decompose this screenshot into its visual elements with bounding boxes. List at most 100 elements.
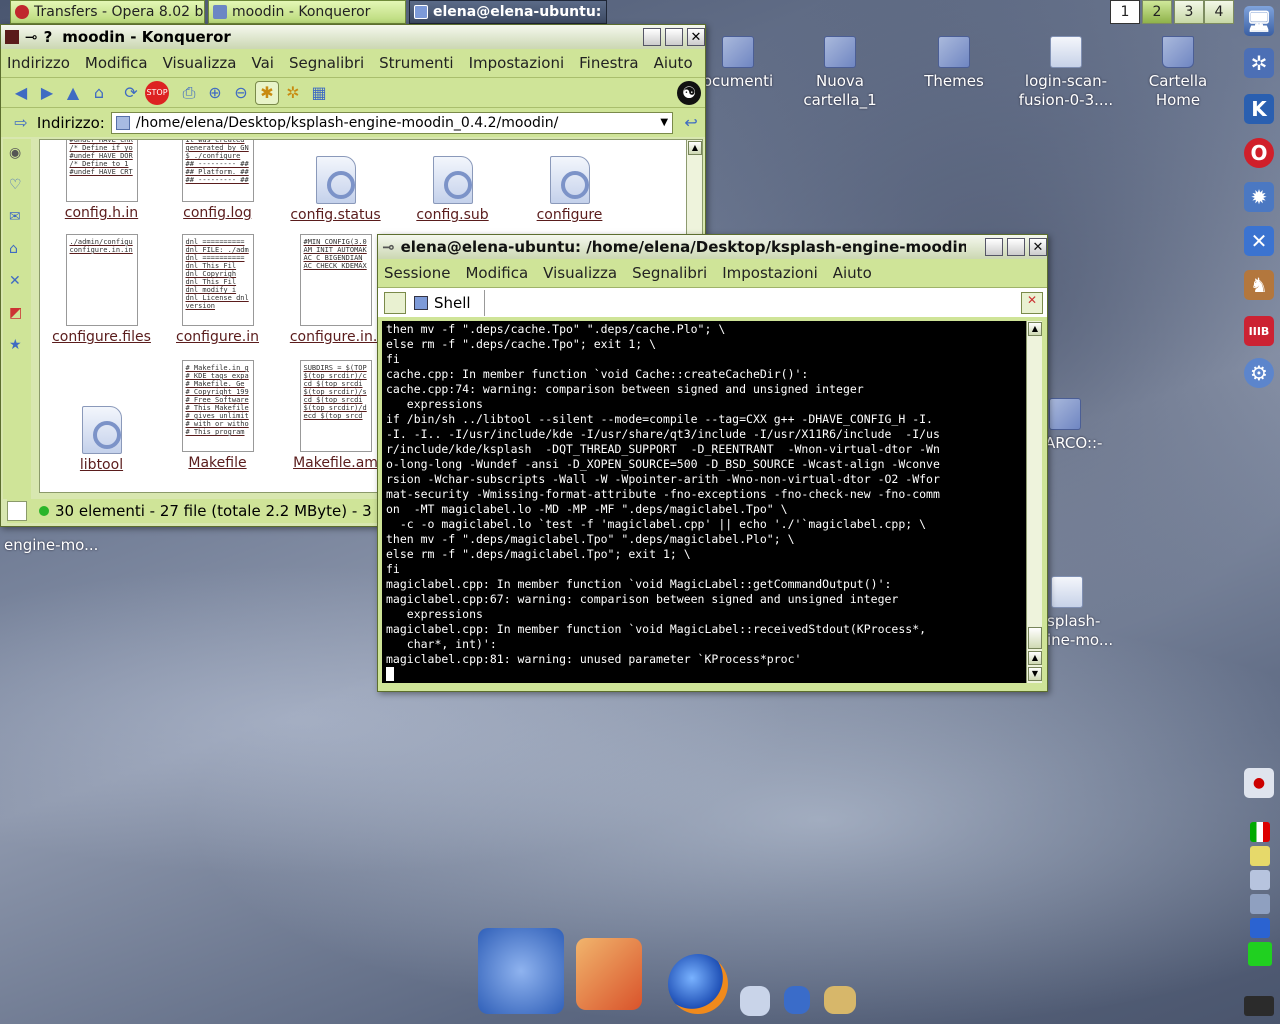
window-menu-icon[interactable] [5, 30, 19, 44]
reload-icon[interactable]: ⟳ [119, 81, 143, 105]
file-item[interactable]: ./admin/configu configure.in.in configur… [44, 234, 159, 345]
star-icon[interactable]: ★ [9, 337, 31, 353]
calendar-icon[interactable]: IIIB [1244, 316, 1274, 346]
monitor-icon[interactable] [1248, 942, 1272, 966]
home-folder-icon[interactable]: ⌂ [9, 241, 31, 257]
menu-segnalibri[interactable]: Segnalibri [632, 264, 707, 282]
file-item[interactable]: configure [512, 156, 627, 223]
download-icon[interactable] [1250, 918, 1270, 938]
network-icon[interactable]: ✕ [1244, 226, 1274, 256]
task-konqueror[interactable]: moodin - Konqueror [208, 0, 406, 24]
menu-visualizza[interactable]: Visualizza [163, 54, 237, 72]
close-button[interactable]: ✕ [1029, 238, 1047, 256]
sidebar-toggle[interactable] [7, 501, 27, 521]
tab-shell[interactable]: Shell [414, 288, 471, 318]
pin-icon[interactable]: ⊸ [25, 28, 38, 46]
minimize-button[interactable] [985, 238, 1003, 256]
menu-modifica[interactable]: Modifica [85, 54, 148, 72]
zoom-in-icon[interactable]: ⊕ [203, 81, 227, 105]
update-icon[interactable] [1250, 894, 1270, 914]
task-opera[interactable]: Transfers - Opera 8.02 bu [10, 0, 205, 24]
multicolumn-view-icon[interactable]: ✲ [281, 81, 305, 105]
file-item[interactable]: config.sub [395, 156, 510, 223]
language-flag-icon[interactable] [1250, 822, 1270, 842]
k-menu-icon[interactable]: K [1244, 94, 1274, 124]
record-icon[interactable]: ● [1244, 768, 1274, 798]
menu-sessione[interactable]: Sessione [384, 264, 450, 282]
menu-strumenti[interactable]: Strumenti [379, 54, 453, 72]
stop-icon[interactable]: STOP [145, 80, 169, 105]
xmms-icon[interactable] [824, 986, 856, 1014]
desktop-icon-cartella-home[interactable]: Cartella Home [1128, 36, 1228, 110]
new-session-icon[interactable] [384, 292, 406, 314]
menu-indirizzo[interactable]: Indirizzo [7, 54, 70, 72]
file-item[interactable]: dnl ========== dnl FILE: ./adm dnl =====… [160, 234, 275, 345]
desktop-icon-ksplash[interactable]: splash-ine-mo... [1047, 576, 1127, 650]
services-icon[interactable]: ✉ [9, 209, 31, 225]
kde-icon[interactable]: ✲ [1244, 48, 1274, 78]
menu-aiuto[interactable]: Aiuto [654, 54, 693, 72]
file-item[interactable]: #MIN_CONFIG(3.0 AM_INIT_AUTOMAK AC_C_BIG… [278, 234, 393, 345]
menu-finestra[interactable]: Finestra [579, 54, 639, 72]
menu-visualizza[interactable]: Visualizza [543, 264, 617, 282]
desktop-1-button[interactable]: 1 [1110, 0, 1140, 24]
settings-icon[interactable]: ✹ [1244, 182, 1274, 212]
menu-modifica[interactable]: Modifica [465, 264, 528, 282]
file-item[interactable]: # Makefile.in g # KDE tags expa # Makefi… [160, 360, 275, 471]
zoom-out-icon[interactable]: ⊖ [229, 81, 253, 105]
desktop-icon-themes[interactable]: Themes [904, 36, 1004, 91]
terminal-scrollbar[interactable]: ▲ ▲ ▼ [1026, 321, 1042, 683]
media-icon[interactable]: ◩ [9, 305, 31, 321]
firefox-icon[interactable] [668, 954, 728, 1014]
minimize-button[interactable] [643, 28, 661, 46]
menu-impostazioni[interactable]: Impostazioni [722, 264, 818, 282]
menu-impostazioni[interactable]: Impostazioni [469, 54, 565, 72]
file-item[interactable]: SUBDIRS = $(TOP $(top_srcdir)/c cd $(top… [278, 360, 393, 471]
k-menu-launcher-icon[interactable] [478, 928, 564, 1014]
forward-icon[interactable]: ▶ [35, 81, 59, 105]
detail-view-icon[interactable]: ▦ [307, 81, 331, 105]
desktop-icon-arco[interactable]: ARCO::- [1045, 398, 1125, 453]
up-icon[interactable]: ▲ [61, 81, 85, 105]
menu-aiuto[interactable]: Aiuto [833, 264, 872, 282]
desktop-4-button[interactable]: 4 [1204, 0, 1234, 24]
menu-vai[interactable]: Vai [251, 54, 273, 72]
konqueror-titlebar[interactable]: ⊸ ? moodin - Konqueror ✕ [1, 25, 705, 49]
desktop-icon-login-scan[interactable]: login-scan-fusion-0-3.... [1016, 36, 1116, 110]
file-item[interactable]: config.status [278, 156, 393, 223]
desktop-icon-engine[interactable]: engine-mo... [4, 536, 114, 555]
bunny-icon[interactable]: ♞ [1244, 270, 1274, 300]
desktop-icon-nuova-cartella[interactable]: Nuova cartella_1 [790, 36, 890, 110]
scroll-down-button[interactable]: ▼ [1028, 667, 1042, 681]
mail-icon[interactable] [576, 938, 642, 1010]
close-session-icon[interactable]: ✕ [1021, 292, 1043, 314]
scroll-thumb[interactable] [1028, 627, 1042, 649]
gear-icon[interactable]: ⚙ [1244, 358, 1274, 388]
desktop-2-button[interactable]: 2 [1142, 0, 1172, 24]
scroll-up-button[interactable]: ▲ [688, 141, 702, 155]
menu-segnalibri[interactable]: Segnalibri [289, 54, 364, 72]
icon-view-icon[interactable]: ✱ [255, 80, 279, 105]
scroll-up-button[interactable]: ▲ [1028, 322, 1042, 336]
task-konsole[interactable]: elena@elena-ubuntu: /h [409, 0, 607, 24]
home-folder-icon[interactable] [740, 986, 770, 1016]
help-button[interactable]: ? [44, 28, 53, 46]
clock-icon[interactable] [1244, 996, 1274, 1016]
scroll-up-button[interactable]: ▲ [1028, 651, 1042, 665]
desktop-3-button[interactable]: 3 [1174, 0, 1204, 24]
file-item[interactable]: libtool [44, 406, 159, 473]
file-item[interactable]: #undef HAVE_CRR /* Define if yo #undef H… [44, 140, 159, 221]
home-icon[interactable]: ⌂ [87, 81, 111, 105]
konsole-titlebar[interactable]: ⊸ elena@elena-ubuntu: /home/elena/Deskto… [378, 235, 1047, 259]
pin-icon[interactable]: ⊸ [382, 238, 395, 256]
address-input[interactable]: /home/elena/Desktop/ksplash-engine-moodi… [110, 111, 674, 134]
konqueror-icon[interactable] [784, 986, 810, 1014]
print-icon[interactable]: ⎙ [177, 81, 201, 105]
speaker-icon[interactable] [1250, 870, 1270, 890]
terminal-output[interactable]: then mv -f ".deps/cache.Tpo" ".deps/cach… [382, 321, 1026, 683]
history-icon[interactable]: ◉ [9, 145, 31, 161]
computer-icon[interactable]: 🖥 [1244, 6, 1274, 36]
opera-icon[interactable]: O [1244, 138, 1274, 168]
maximize-button[interactable] [665, 28, 683, 46]
chevron-down-icon[interactable]: ▼ [656, 117, 672, 128]
